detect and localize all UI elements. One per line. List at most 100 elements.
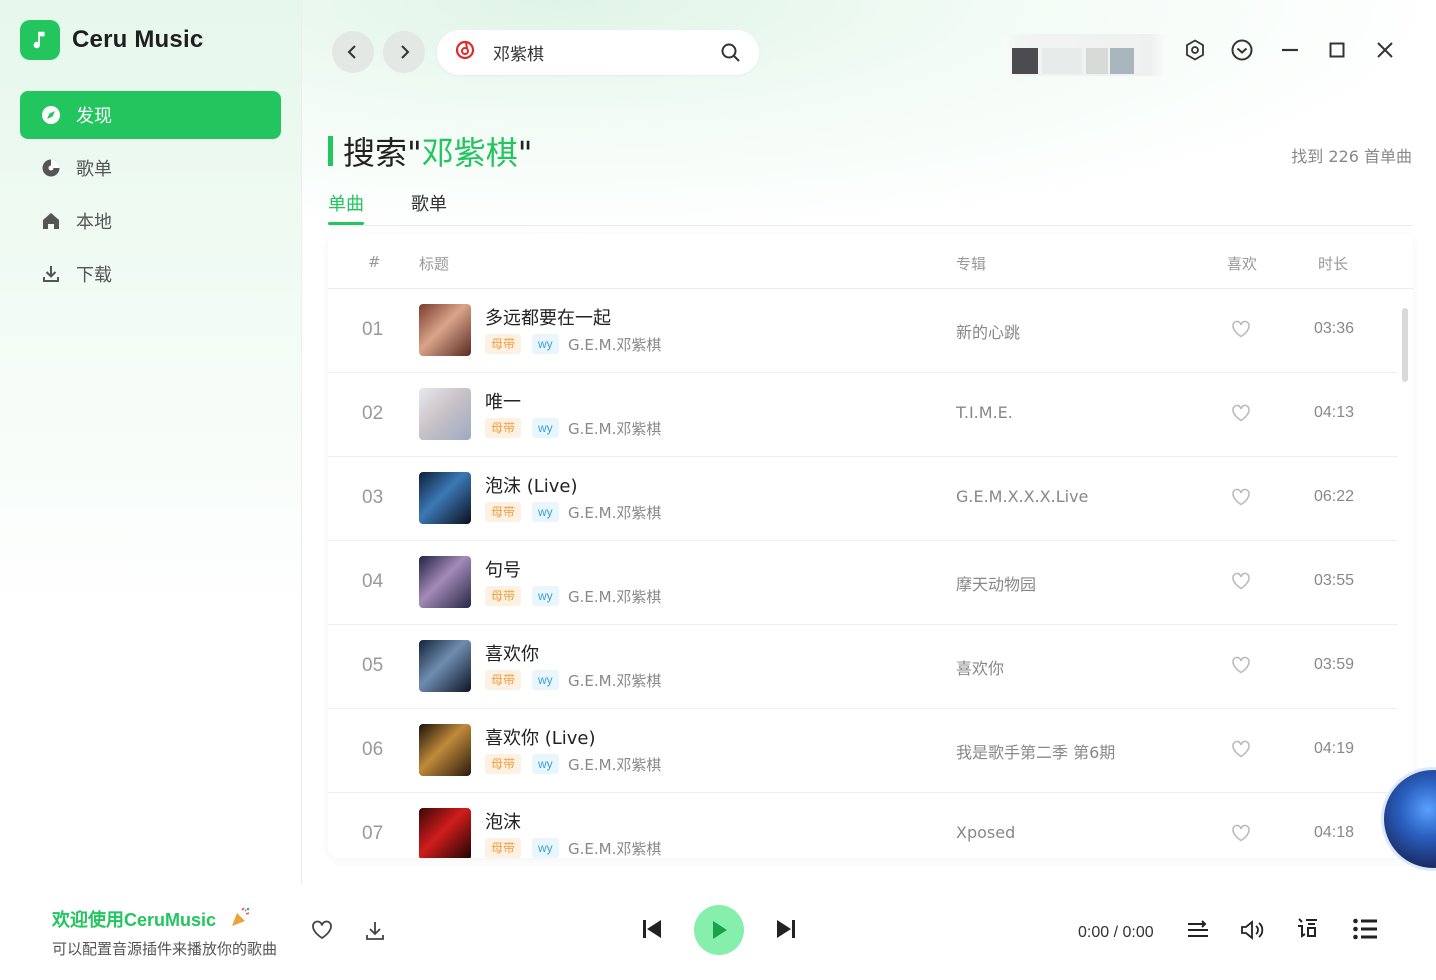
tab-songs[interactable]: 单曲 <box>328 190 364 216</box>
table-row[interactable]: 05 喜欢你 母带 wy G.E.M.邓紫棋 喜欢你 03:59 <box>328 625 1398 709</box>
song-artist[interactable]: G.E.M.邓紫棋 <box>568 754 661 775</box>
playlist-queue-icon[interactable] <box>1352 917 1378 941</box>
maximize-icon[interactable] <box>1323 36 1351 64</box>
source-badge: wy <box>532 838 559 858</box>
table-row[interactable]: 02 唯一 母带 wy G.E.M.邓紫棋 T.I.M.E. 04:13 <box>328 373 1398 457</box>
table-row[interactable]: 07 泡沫 母带 wy G.E.M.邓紫棋 Xposed 04:18 <box>328 793 1398 858</box>
song-duration: 04:13 <box>1314 404 1355 421</box>
song-artist[interactable]: G.E.M.邓紫棋 <box>568 670 661 691</box>
album-cover[interactable] <box>419 556 471 608</box>
heart-icon[interactable] <box>1231 572 1251 595</box>
table-row[interactable]: 01 多远都要在一起 母带 wy G.E.M.邓紫棋 新的心跳 03:36 <box>328 289 1398 373</box>
song-album[interactable]: 喜欢你 <box>956 655 1004 679</box>
previous-track-icon[interactable] <box>640 917 664 941</box>
compass-icon <box>40 104 62 126</box>
user-avatar-blurred[interactable] <box>1002 34 1167 76</box>
sidebar: Ceru Music 发现 歌单 本地 下载 <box>0 0 302 884</box>
source-badge: wy <box>532 670 559 690</box>
chevron-right-icon <box>401 45 410 59</box>
player-bar: 欢迎使用CeruMusic 可以配置音源插件来播放你的歌曲 0:00 / 0:0… <box>0 884 1436 980</box>
table-row[interactable]: 06 喜欢你 (Live) 母带 wy G.E.M.邓紫棋 我是歌手第二季 第6… <box>328 709 1398 793</box>
sidebar-item-discover[interactable]: 发现 <box>20 91 281 139</box>
song-album[interactable]: 摩天动物园 <box>956 571 1036 595</box>
like-heart-icon[interactable] <box>311 920 333 940</box>
header-like: 喜欢 <box>1227 255 1258 273</box>
quality-badge: 母带 <box>485 670 522 690</box>
app-logo: Ceru Music <box>20 20 203 60</box>
result-tabs: 单曲 歌单 <box>328 190 1413 226</box>
volume-icon[interactable] <box>1239 918 1265 942</box>
play-order-icon[interactable] <box>1186 918 1210 942</box>
song-title[interactable]: 句号 <box>485 556 521 582</box>
song-artist[interactable]: G.E.M.邓紫棋 <box>568 334 661 355</box>
next-track-icon[interactable] <box>774 917 798 941</box>
table-scrollbar[interactable] <box>1402 294 1408 854</box>
close-icon[interactable] <box>1371 36 1399 64</box>
song-artist[interactable]: G.E.M.邓紫棋 <box>568 502 661 523</box>
song-artist[interactable]: G.E.M.邓紫棋 <box>568 586 661 607</box>
sidebar-item-playlists[interactable]: 歌单 <box>20 144 281 192</box>
heart-icon[interactable] <box>1231 656 1251 679</box>
tab-playlists[interactable]: 歌单 <box>411 190 447 216</box>
sidebar-item-local[interactable]: 本地 <box>20 197 281 245</box>
album-cover[interactable] <box>419 808 471 858</box>
table-row[interactable]: 03 泡沫 (Live) 母带 wy G.E.M.邓紫棋 G.E.M.X.X.X… <box>328 457 1398 541</box>
quality-badge: 母带 <box>485 754 522 774</box>
song-artist[interactable]: G.E.M.邓紫棋 <box>568 418 661 439</box>
song-table: # 标题 专辑 喜欢 时长 01 多远都要在一起 母带 wy G.E.M.邓紫棋… <box>328 234 1413 858</box>
scrollbar-thumb[interactable] <box>1402 308 1408 382</box>
song-duration: 03:55 <box>1314 572 1355 589</box>
sidebar-item-downloads[interactable]: 下载 <box>20 250 281 298</box>
forward-button[interactable] <box>383 31 425 73</box>
song-album[interactable]: G.E.M.X.X.X.Live <box>956 487 1088 506</box>
sidebar-item-label: 发现 <box>76 106 112 126</box>
heart-icon[interactable] <box>1231 320 1251 343</box>
title-keyword: 邓紫棋 <box>421 134 518 172</box>
lyrics-icon[interactable] <box>1296 916 1320 942</box>
row-index: 05 <box>362 655 384 676</box>
song-duration: 06:22 <box>1314 488 1355 505</box>
minimize-mini-icon[interactable] <box>1228 36 1256 64</box>
album-cover[interactable] <box>419 724 471 776</box>
heart-icon[interactable] <box>1231 488 1251 511</box>
album-cover[interactable] <box>419 388 471 440</box>
song-title[interactable]: 喜欢你 <box>485 640 539 666</box>
minimize-icon[interactable] <box>1276 36 1304 64</box>
heart-icon[interactable] <box>1231 404 1251 427</box>
song-album[interactable]: 我是歌手第二季 第6期 <box>956 739 1115 763</box>
home-icon <box>40 210 62 232</box>
quality-badge: 母带 <box>485 586 522 606</box>
song-album[interactable]: 新的心跳 <box>956 319 1020 343</box>
song-title[interactable]: 唯一 <box>485 388 521 414</box>
table-row[interactable]: 04 句号 母带 wy G.E.M.邓紫棋 摩天动物园 03:55 <box>328 541 1398 625</box>
song-title[interactable]: 喜欢你 (Live) <box>485 724 596 750</box>
settings-icon[interactable] <box>1181 36 1209 64</box>
play-icon <box>713 921 727 939</box>
playlist-disc-icon <box>40 157 62 179</box>
row-index: 03 <box>362 487 384 508</box>
album-cover[interactable] <box>419 640 471 692</box>
search-bar <box>437 30 759 75</box>
search-icon[interactable] <box>720 42 741 68</box>
quality-badge: 母带 <box>485 838 522 858</box>
song-artist[interactable]: G.E.M.邓紫棋 <box>568 838 661 858</box>
song-album[interactable]: Xposed <box>956 823 1015 842</box>
netease-icon[interactable] <box>455 40 475 65</box>
album-cover[interactable] <box>419 472 471 524</box>
heart-icon[interactable] <box>1231 740 1251 763</box>
title-accent-bar <box>328 136 333 166</box>
heart-icon[interactable] <box>1231 824 1251 847</box>
album-cover[interactable] <box>419 304 471 356</box>
song-title[interactable]: 泡沫 (Live) <box>485 472 578 498</box>
song-duration: 04:18 <box>1314 824 1355 841</box>
song-album[interactable]: T.I.M.E. <box>956 403 1013 422</box>
back-button[interactable] <box>332 31 374 73</box>
title-prefix: 搜索" <box>343 134 422 172</box>
download-icon[interactable] <box>364 920 386 942</box>
song-title[interactable]: 泡沫 <box>485 808 521 834</box>
play-button[interactable] <box>694 905 744 955</box>
page-title: 搜索"邓紫棋" <box>328 128 532 174</box>
song-title[interactable]: 多远都要在一起 <box>485 304 611 330</box>
search-input[interactable] <box>493 42 713 63</box>
now-playing-subtitle: 可以配置音源插件来播放你的歌曲 <box>52 940 278 958</box>
